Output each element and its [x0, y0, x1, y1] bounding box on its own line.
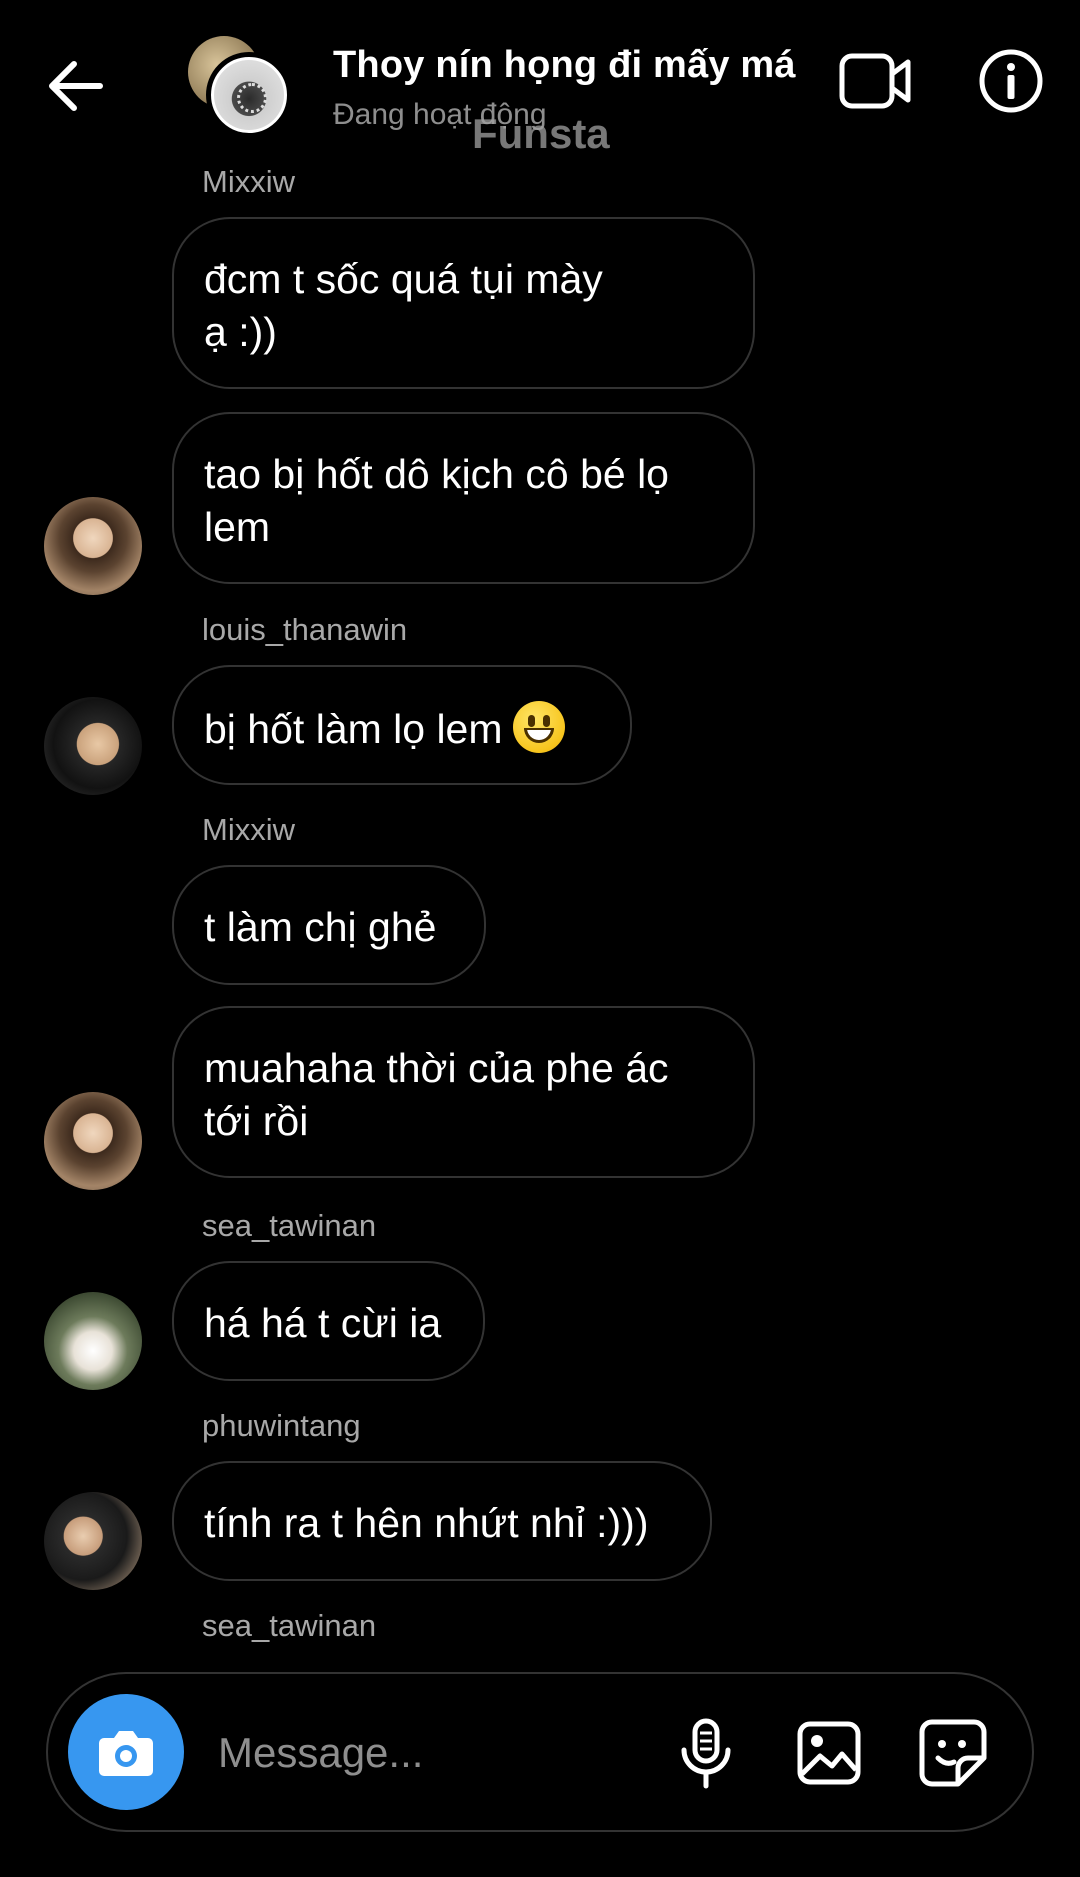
group-avatar-front — [206, 52, 292, 138]
watermark: Funsta — [472, 110, 610, 157]
microphone-button[interactable] — [676, 1718, 736, 1790]
chat-title[interactable]: Thoy nín họng đi mấy má — [333, 44, 796, 87]
message-bubble[interactable]: đcm t sốc quá tụi mày ạ :)) — [172, 217, 755, 389]
group-avatar[interactable] — [188, 36, 292, 140]
sender-name: sea_tawinan — [202, 1208, 377, 1243]
avatar[interactable] — [44, 1292, 142, 1390]
sender-name: louis_thanawin — [202, 612, 408, 647]
sender-name: phuwintang — [202, 1408, 361, 1443]
message-bubble[interactable]: muahaha thời của phe ác tới rồi — [172, 1006, 755, 1178]
back-arrow-icon — [49, 61, 103, 111]
video-call-button[interactable] — [838, 50, 914, 112]
message-text: há há t cừi ia — [204, 1300, 442, 1346]
message-text: t làm chị ghẻ — [204, 904, 437, 950]
sticker-button[interactable] — [918, 1718, 988, 1788]
message-text: bị hốt làm lọ lem — [204, 701, 600, 756]
message-text: muahaha thời của phe ác tới rồi — [204, 1045, 669, 1144]
message-bubble[interactable]: bị hốt làm lọ lem — [172, 665, 632, 785]
sender-name: sea_tawinan — [202, 1608, 377, 1643]
chat-header: Thoy nín họng đi mấy má Đang hoạt động F… — [0, 0, 1080, 165]
avatar[interactable] — [44, 697, 142, 795]
message-text-content: bị hốt làm lọ lem — [204, 706, 503, 752]
camera-icon — [99, 1731, 153, 1776]
camera-button[interactable] — [68, 1694, 184, 1810]
message-text: đcm t sốc quá tụi mày ạ :)) — [204, 256, 603, 355]
avatar[interactable] — [44, 1492, 142, 1590]
sticker-icon — [919, 1719, 987, 1787]
message-bubble[interactable]: tao bị hốt dô kịch cô bé lọ lem — [172, 412, 755, 584]
microphone-icon — [681, 1718, 731, 1789]
avatar[interactable] — [44, 1092, 142, 1190]
message-bubble[interactable]: há há t cừi ia — [172, 1261, 485, 1381]
info-icon — [979, 49, 1043, 113]
dm-chat-screen: Thoy nín họng đi mấy má Đang hoạt động F… — [0, 0, 1080, 1877]
message-text: tao bị hốt dô kịch cô bé lọ lem — [204, 451, 669, 550]
message-composer — [46, 1672, 1034, 1832]
info-button[interactable] — [978, 48, 1044, 114]
grinning-face-emoji-icon — [512, 701, 565, 753]
message-input[interactable] — [218, 1724, 598, 1782]
avatar[interactable] — [44, 497, 142, 595]
message-text: tính ra t hên nhứt nhỉ :))) — [204, 1500, 649, 1546]
gallery-button[interactable] — [796, 1720, 862, 1786]
sender-name: Mixxiw — [202, 812, 295, 847]
message-bubble[interactable]: tính ra t hên nhứt nhỉ :))) — [172, 1461, 712, 1581]
video-call-icon — [839, 53, 911, 109]
gallery-icon — [797, 1721, 861, 1785]
back-button[interactable] — [44, 58, 106, 114]
sender-name: Mixxiw — [202, 164, 295, 199]
message-bubble[interactable]: t làm chị ghẻ — [172, 865, 486, 985]
